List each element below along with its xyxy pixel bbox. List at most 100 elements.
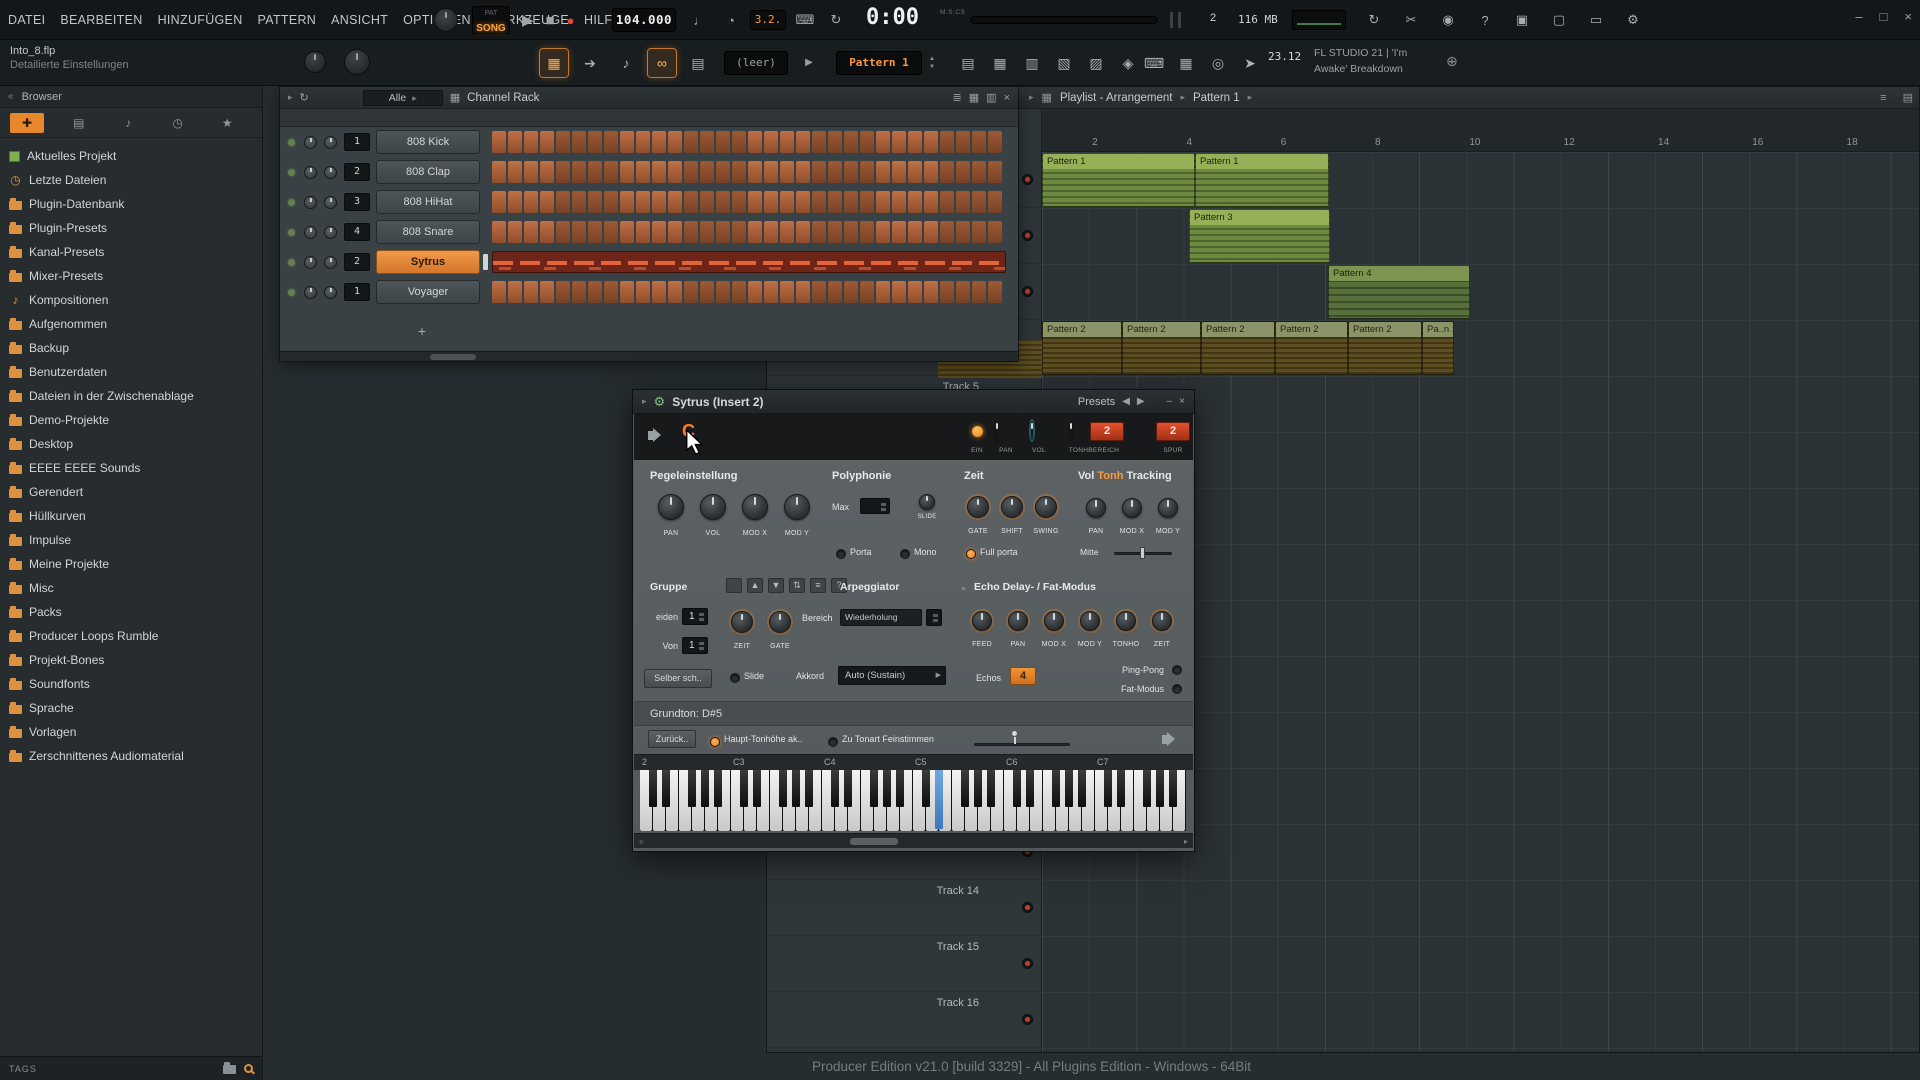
- step-cell[interactable]: [716, 281, 730, 303]
- step-cell[interactable]: [524, 281, 538, 303]
- step-cell[interactable]: [956, 161, 970, 183]
- step-cell[interactable]: [572, 221, 586, 243]
- step-cell[interactable]: [684, 191, 698, 213]
- browser-item[interactable]: Backup: [0, 336, 262, 360]
- browser-item[interactable]: Impulse: [0, 528, 262, 552]
- step-cell[interactable]: [668, 161, 682, 183]
- step-cell[interactable]: [604, 191, 618, 213]
- playlist-track-header[interactable]: Track 15: [767, 936, 1041, 992]
- pitch-range-value[interactable]: 2: [1090, 422, 1124, 441]
- step-cell[interactable]: [636, 281, 650, 303]
- pattern-clip[interactable]: Pattern 2: [1042, 321, 1122, 375]
- mod-x-knob[interactable]: [742, 494, 768, 520]
- piano-key-black[interactable]: [649, 770, 657, 807]
- step-cell[interactable]: [812, 131, 826, 153]
- browser-toggle-icon[interactable]: ▨: [1082, 49, 1110, 77]
- pat-song-toggle[interactable]: PAT SONG: [472, 6, 510, 34]
- piano-key-black[interactable]: [1143, 770, 1151, 807]
- piano-key-black[interactable]: [922, 770, 930, 807]
- step-cell[interactable]: [668, 221, 682, 243]
- piano-key-black[interactable]: [844, 770, 852, 807]
- step-cell[interactable]: [540, 161, 554, 183]
- track-record-dot[interactable]: [1022, 1014, 1033, 1025]
- step-cell[interactable]: [652, 131, 666, 153]
- track-value[interactable]: 2: [1156, 422, 1190, 441]
- link-icon[interactable]: ∞: [648, 49, 676, 77]
- step-cell[interactable]: [604, 131, 618, 153]
- step-cell[interactable]: [732, 191, 746, 213]
- step-cell[interactable]: [860, 191, 874, 213]
- feinstimmen-slider[interactable]: [974, 743, 1070, 746]
- globe-icon[interactable]: ⊕: [1446, 53, 1458, 70]
- step-cell[interactable]: [572, 281, 586, 303]
- tempo-display[interactable]: 104.000: [612, 8, 676, 32]
- channel-enable-led[interactable]: [288, 259, 295, 266]
- step-cell[interactable]: [844, 221, 858, 243]
- arp-down-icon[interactable]: ▼: [768, 578, 784, 593]
- step-cell[interactable]: [892, 161, 906, 183]
- step-cell[interactable]: [716, 131, 730, 153]
- track-record-dot[interactable]: [1022, 286, 1033, 297]
- step-cell[interactable]: [908, 221, 922, 243]
- mixer-track-number[interactable]: 4: [344, 223, 370, 241]
- touch-keyboard-icon[interactable]: ⌨: [1140, 49, 1168, 77]
- gate-knob[interactable]: [769, 611, 791, 633]
- audition-speaker-icon[interactable]: [1162, 732, 1175, 746]
- piano-key-black[interactable]: [896, 770, 904, 807]
- layout-icon[interactable]: ▥: [986, 91, 996, 104]
- step-cell[interactable]: [492, 221, 506, 243]
- step-cell[interactable]: [796, 131, 810, 153]
- close-button[interactable]: ×: [1904, 9, 1912, 24]
- step-cell[interactable]: [988, 281, 1002, 303]
- shift-knob[interactable]: [1001, 496, 1023, 518]
- step-cell[interactable]: [732, 281, 746, 303]
- step-cell[interactable]: [748, 191, 762, 213]
- step-cell[interactable]: [604, 221, 618, 243]
- step-cell[interactable]: [780, 221, 794, 243]
- arp-up-icon[interactable]: ▲: [747, 578, 763, 593]
- pattern-clip[interactable]: Pattern 2: [1201, 321, 1275, 375]
- keyboard-editor-icon[interactable]: ▦: [969, 91, 979, 104]
- step-cell[interactable]: [924, 191, 938, 213]
- add-channel-button[interactable]: +: [414, 323, 430, 339]
- channel-pan-knob[interactable]: [304, 286, 317, 299]
- step-cell[interactable]: [988, 161, 1002, 183]
- piano-key-black[interactable]: [714, 770, 722, 807]
- step-cell[interactable]: [524, 221, 538, 243]
- wiederholung-box[interactable]: Wiederholung: [840, 609, 922, 626]
- playlist-timeline-ruler[interactable]: 2 4 6 8 10 12 14 16 18: [1042, 109, 1919, 152]
- vol-knob[interactable]: [700, 494, 726, 520]
- channel-volume-knob[interactable]: [324, 256, 337, 269]
- countdown-display[interactable]: 3.2.: [750, 10, 786, 30]
- pattern-clip[interactable]: Pattern 1: [1195, 153, 1329, 207]
- step-cell[interactable]: [732, 131, 746, 153]
- step-cell[interactable]: [844, 131, 858, 153]
- arp-pattern-icon[interactable]: ≡: [810, 578, 826, 593]
- step-cell[interactable]: [812, 221, 826, 243]
- channel-rack-titlebar[interactable]: ▸ ↻ Alle ▸ ▦ Channel Rack ≣ ▦ ▥ ×: [280, 87, 1018, 109]
- step-cell[interactable]: [972, 191, 986, 213]
- channel-volume-knob[interactable]: [324, 196, 337, 209]
- tuner-icon[interactable]: ◎: [1204, 49, 1232, 77]
- step-cell[interactable]: [956, 281, 970, 303]
- step-cell[interactable]: [508, 161, 522, 183]
- pattern-spinner[interactable]: ▲ ▼: [926, 51, 938, 75]
- step-cell[interactable]: [572, 161, 586, 183]
- browser-item[interactable]: Plugin-Presets: [0, 216, 262, 240]
- step-cell[interactable]: [764, 131, 778, 153]
- preset-prev-icon[interactable]: ◀: [1122, 396, 1130, 407]
- pan-knob[interactable]: [1008, 611, 1028, 631]
- tab-files[interactable]: ▤: [54, 116, 104, 130]
- step-cell[interactable]: [700, 221, 714, 243]
- zurueck-button[interactable]: Zurück..: [648, 730, 696, 748]
- browser-item[interactable]: Aufgenommen: [0, 312, 262, 336]
- browser-item[interactable]: Dateien in der Zwischenablage: [0, 384, 262, 408]
- step-cell[interactable]: [620, 131, 634, 153]
- step-cell[interactable]: [972, 131, 986, 153]
- piano-key-black[interactable]: [701, 770, 709, 807]
- spin-up-icon[interactable]: ▲: [926, 56, 938, 62]
- step-cell[interactable]: [908, 131, 922, 153]
- step-cell[interactable]: [556, 191, 570, 213]
- step-cell[interactable]: [860, 281, 874, 303]
- step-cell[interactable]: [844, 161, 858, 183]
